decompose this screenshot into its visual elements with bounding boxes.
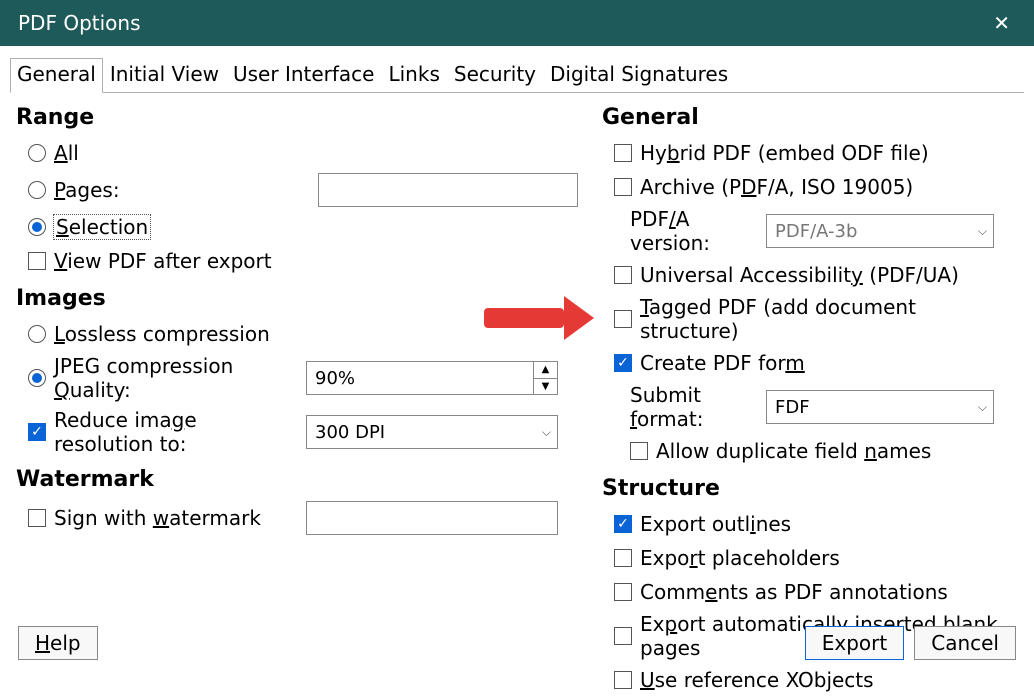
range-all-label: All xyxy=(54,141,79,165)
range-pages-label: Pages: xyxy=(54,178,314,202)
universal-accessibility-label: Universal Accessibility (PDF/UA) xyxy=(640,263,959,287)
hybrid-pdf-check[interactable] xyxy=(614,144,632,162)
use-xobjects-check[interactable] xyxy=(614,671,632,689)
window-title: PDF Options xyxy=(18,11,141,35)
pdfa-version-select[interactable]: PDF/A-3b ⌵ xyxy=(766,214,994,248)
use-xobjects-label: Use reference XObjects xyxy=(640,668,874,692)
export-button[interactable]: Export xyxy=(805,626,904,660)
chevron-down-icon: ⌵ xyxy=(542,425,551,440)
pdfa-version-value: PDF/A-3b xyxy=(775,221,857,242)
export-placeholders-label: Export placeholders xyxy=(640,546,840,570)
export-outlines-check[interactable] xyxy=(614,515,632,533)
lossless-label: Lossless compression xyxy=(54,322,270,346)
help-button[interactable]: Help xyxy=(18,626,98,660)
hybrid-pdf-label: Hybrid PDF (embed ODF file) xyxy=(640,141,929,165)
reduce-resolution-label: Reduce image resolution to: xyxy=(54,408,302,456)
comments-annotations-check[interactable] xyxy=(614,583,632,601)
watermark-input[interactable] xyxy=(306,501,558,535)
pdfa-version-label: PDF/A version: xyxy=(630,207,762,255)
sign-watermark-label: Sign with watermark xyxy=(54,506,302,530)
range-selection-label: Selection xyxy=(54,215,150,239)
jpeg-quality-spinner[interactable]: ▲▼ xyxy=(533,362,557,394)
jpeg-quality-input[interactable]: 90% ▲▼ xyxy=(306,361,558,395)
general-header: General xyxy=(602,103,1018,136)
tab-links[interactable]: Links xyxy=(381,58,446,93)
duplicate-names-label: Allow duplicate field names xyxy=(656,439,931,463)
comments-annotations-label: Comments as PDF annotations xyxy=(640,580,948,604)
left-column: Range All Pages: Selection View PDF afte… xyxy=(16,103,578,697)
chevron-down-icon: ⌵ xyxy=(978,400,987,415)
jpeg-quality-value: 90% xyxy=(307,368,355,389)
tagged-pdf-label: Tagged PDF (add document structure) xyxy=(640,295,1018,343)
close-icon[interactable]: ✕ xyxy=(983,7,1020,39)
view-after-export-check[interactable] xyxy=(28,252,46,270)
create-pdf-form-check[interactable] xyxy=(614,354,632,372)
tab-digital-signatures[interactable]: Digital Signatures xyxy=(543,58,735,93)
view-after-export-label: View PDF after export xyxy=(54,249,272,273)
archive-check[interactable] xyxy=(614,178,632,196)
submit-format-select[interactable]: FDF ⌵ xyxy=(766,390,994,424)
chevron-down-icon: ⌵ xyxy=(978,224,987,239)
export-placeholders-check[interactable] xyxy=(614,549,632,567)
range-pages-radio[interactable] xyxy=(28,181,46,199)
tab-user-interface[interactable]: User Interface xyxy=(226,58,381,93)
reduce-resolution-value: 300 DPI xyxy=(315,422,385,443)
archive-label: Archive (PDF/A, ISO 19005) xyxy=(640,175,913,199)
right-column: General Hybrid PDF (embed ODF file) Arch… xyxy=(602,103,1018,697)
tab-initial-view[interactable]: Initial View xyxy=(103,58,226,93)
sign-watermark-check[interactable] xyxy=(28,509,46,527)
range-pages-input[interactable] xyxy=(318,173,578,207)
watermark-header: Watermark xyxy=(16,465,578,498)
range-all-radio[interactable] xyxy=(28,144,46,162)
submit-format-value: FDF xyxy=(775,397,810,418)
jpeg-radio[interactable] xyxy=(28,369,46,387)
tab-general[interactable]: General xyxy=(10,58,103,93)
reduce-resolution-check[interactable] xyxy=(28,423,46,441)
tagged-pdf-check[interactable] xyxy=(614,310,632,328)
title-bar: PDF Options ✕ xyxy=(0,0,1034,46)
jpeg-label: JPEG compression Quality: xyxy=(54,354,302,402)
universal-accessibility-check[interactable] xyxy=(614,266,632,284)
reduce-resolution-select[interactable]: 300 DPI ⌵ xyxy=(306,415,558,449)
export-outlines-label: Export outlines xyxy=(640,512,791,536)
range-selection-radio[interactable] xyxy=(28,218,46,236)
tab-bar: General Initial View User Interface Link… xyxy=(0,46,1034,92)
structure-header: Structure xyxy=(602,474,1018,507)
range-header: Range xyxy=(16,103,578,136)
create-pdf-form-label: Create PDF form xyxy=(640,351,805,375)
cancel-button[interactable]: Cancel xyxy=(914,626,1016,660)
tab-security[interactable]: Security xyxy=(447,58,543,93)
annotation-arrow xyxy=(484,296,594,340)
submit-format-label: Submit format: xyxy=(630,383,762,431)
lossless-radio[interactable] xyxy=(28,325,46,343)
duplicate-names-check[interactable] xyxy=(630,442,648,460)
